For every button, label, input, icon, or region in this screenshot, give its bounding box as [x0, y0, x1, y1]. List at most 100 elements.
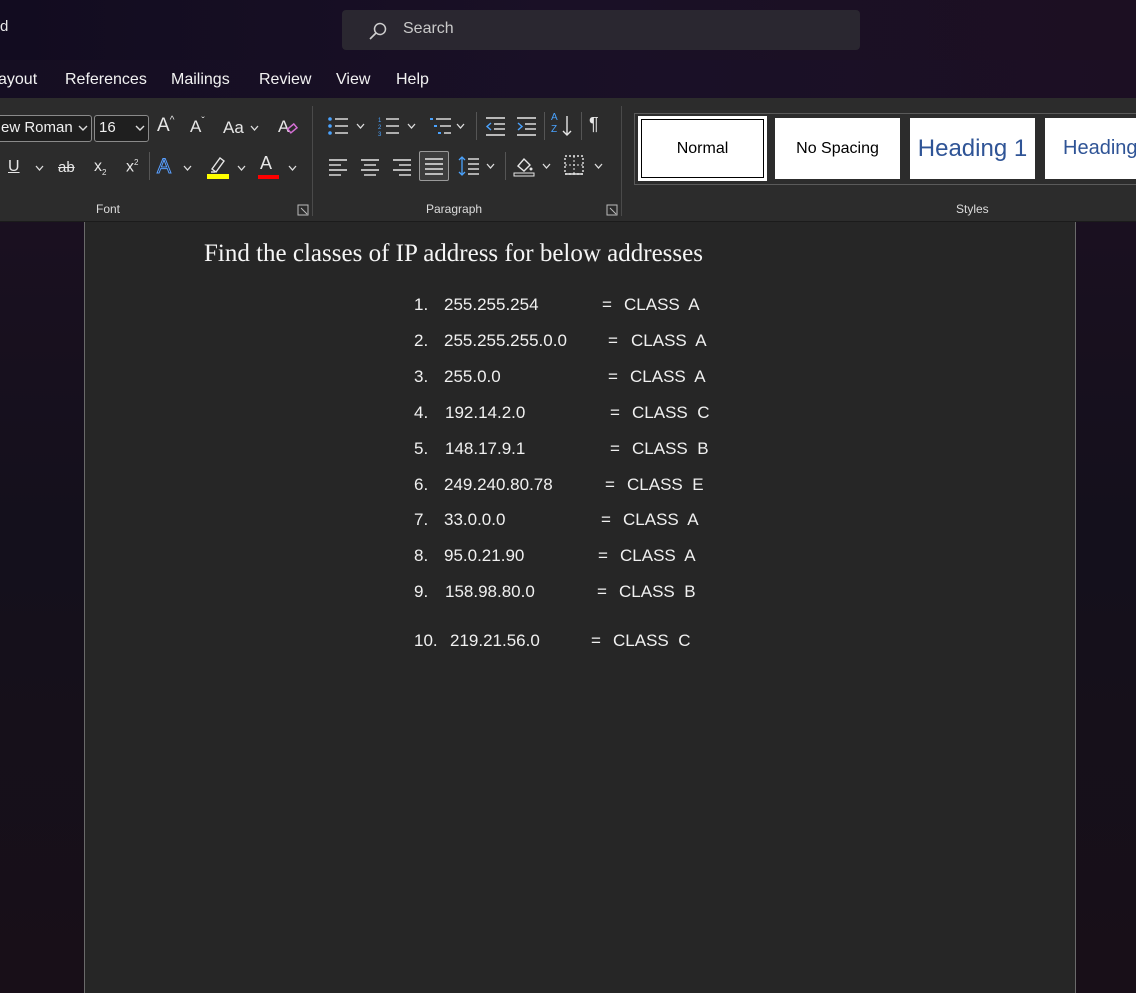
multilevel-list-icon[interactable]	[430, 116, 452, 136]
ip-class: CLASS A	[624, 295, 700, 314]
align-left-icon[interactable]	[328, 158, 348, 176]
style-no-spacing[interactable]: No Spacing	[775, 118, 900, 179]
pilcrow-label: ¶	[589, 114, 599, 134]
list-number: 3.	[414, 367, 429, 386]
style-heading-2-label: Heading	[1063, 137, 1136, 159]
subscript-mark: 2	[102, 168, 107, 178]
chevron-down-icon[interactable]	[486, 163, 495, 169]
dialog-launcher-icon[interactable]	[297, 204, 309, 216]
search-box[interactable]: Search	[342, 10, 860, 50]
list-number: 5.	[414, 439, 429, 458]
ribbon: ew Roman 16 A^ Aˇ Aa A U ab x2 x2 A A Fo…	[0, 98, 1136, 222]
style-heading-2[interactable]: Heading	[1045, 118, 1136, 179]
tab-review[interactable]: Review	[259, 71, 311, 89]
text-effects-button[interactable]: A	[156, 155, 172, 179]
numbering-icon[interactable]: 123	[378, 116, 400, 136]
ip-class: CLASS E	[627, 475, 704, 494]
svg-text:A: A	[278, 117, 290, 136]
equals-sign: =	[597, 582, 607, 601]
style-heading-1[interactable]: Heading 1	[910, 118, 1035, 179]
chevron-down-icon[interactable]	[78, 124, 88, 132]
clear-formatting-icon[interactable]: A	[277, 115, 299, 137]
list-number: 2.	[414, 331, 429, 350]
font-size-combo[interactable]: 16	[94, 115, 149, 142]
shading-icon[interactable]	[513, 154, 535, 178]
ip-address: 192.14.2.0	[445, 403, 526, 422]
style-normal[interactable]: Normal	[638, 116, 767, 181]
sort-top-letter: A	[551, 112, 558, 123]
chevron-down-icon[interactable]	[183, 165, 192, 171]
chevron-down-icon[interactable]	[135, 124, 145, 132]
chevron-down-icon[interactable]	[356, 123, 365, 129]
ip-class: CLASS A	[623, 510, 699, 529]
ip-class: CLASS C	[613, 631, 691, 650]
sort-arrow-icon	[562, 116, 572, 136]
equals-sign: =	[608, 367, 618, 386]
font-name-combo[interactable]: ew Roman	[0, 115, 92, 142]
svg-text:3: 3	[378, 132, 382, 136]
chevron-down-icon[interactable]	[288, 165, 297, 171]
list-number: 8.	[414, 546, 429, 565]
subscript-button[interactable]: x2	[94, 158, 106, 177]
sort-button[interactable]: A Z	[551, 112, 575, 139]
ip-address: 95.0.21.90	[444, 546, 525, 565]
strikethrough-label: ab	[58, 159, 75, 176]
ip-class: CLASS A	[630, 367, 706, 386]
divider	[581, 112, 582, 140]
highlighter-icon[interactable]	[206, 154, 230, 180]
ip-address: 148.17.9.1	[445, 439, 526, 458]
chevron-down-icon[interactable]	[250, 125, 259, 131]
chevron-down-icon[interactable]	[456, 123, 465, 129]
divider	[505, 152, 506, 180]
ip-address: 33.0.0.0	[444, 510, 506, 529]
equals-sign: =	[605, 475, 615, 494]
tab-layout[interactable]: ayout	[0, 71, 37, 89]
tab-references[interactable]: References	[65, 71, 147, 89]
subscript-label: x	[94, 158, 102, 175]
list-number: 1.	[414, 295, 429, 314]
chevron-down-icon[interactable]	[407, 123, 416, 129]
ip-class: CLASS A	[620, 546, 696, 565]
equals-sign: =	[608, 331, 618, 350]
shrink-font-button[interactable]: Aˇ	[190, 116, 205, 137]
align-center-icon[interactable]	[360, 158, 380, 176]
strikethrough-button[interactable]: ab	[58, 159, 75, 176]
superscript-mark: 2	[134, 158, 139, 167]
increase-indent-icon[interactable]	[515, 116, 537, 136]
tab-mailings[interactable]: Mailings	[171, 71, 230, 89]
highlight-color-swatch	[207, 174, 229, 179]
ip-class: CLASS C	[632, 403, 710, 422]
ip-class: CLASS B	[619, 582, 696, 601]
equals-sign: =	[601, 510, 611, 529]
superscript-button[interactable]: x2	[126, 158, 138, 176]
svg-text:1: 1	[378, 118, 382, 124]
chevron-down-icon[interactable]	[594, 163, 603, 169]
text-effects-label: A	[156, 155, 172, 179]
bullets-icon[interactable]	[327, 116, 349, 136]
list-number: 6.	[414, 475, 429, 494]
tab-view[interactable]: View	[336, 71, 370, 89]
show-formatting-button[interactable]: ¶	[589, 114, 599, 135]
underline-button[interactable]: U	[8, 158, 20, 176]
decrease-indent-icon[interactable]	[484, 116, 506, 136]
align-right-icon[interactable]	[392, 158, 412, 176]
divider	[476, 112, 477, 140]
font-name-value: ew Roman	[1, 119, 73, 136]
justify-button[interactable]	[419, 151, 449, 181]
line-spacing-icon[interactable]	[458, 155, 480, 177]
chevron-down-icon[interactable]	[237, 165, 246, 171]
underline-label: U	[8, 158, 20, 175]
change-case-button[interactable]: Aa	[223, 118, 244, 138]
grow-font-button[interactable]: A^	[157, 115, 174, 137]
dialog-launcher-icon[interactable]	[606, 204, 618, 216]
font-color-swatch	[258, 175, 279, 179]
ip-address: 255.255.255.0.0	[444, 331, 567, 350]
chevron-down-icon[interactable]	[542, 163, 551, 169]
font-color-button[interactable]: A	[260, 153, 272, 174]
borders-icon[interactable]	[564, 155, 584, 175]
tab-help[interactable]: Help	[396, 71, 429, 89]
group-separator	[621, 106, 622, 216]
chevron-down-icon[interactable]	[35, 165, 44, 171]
document-page[interactable]	[84, 222, 1076, 993]
list-number: 4.	[414, 403, 429, 422]
